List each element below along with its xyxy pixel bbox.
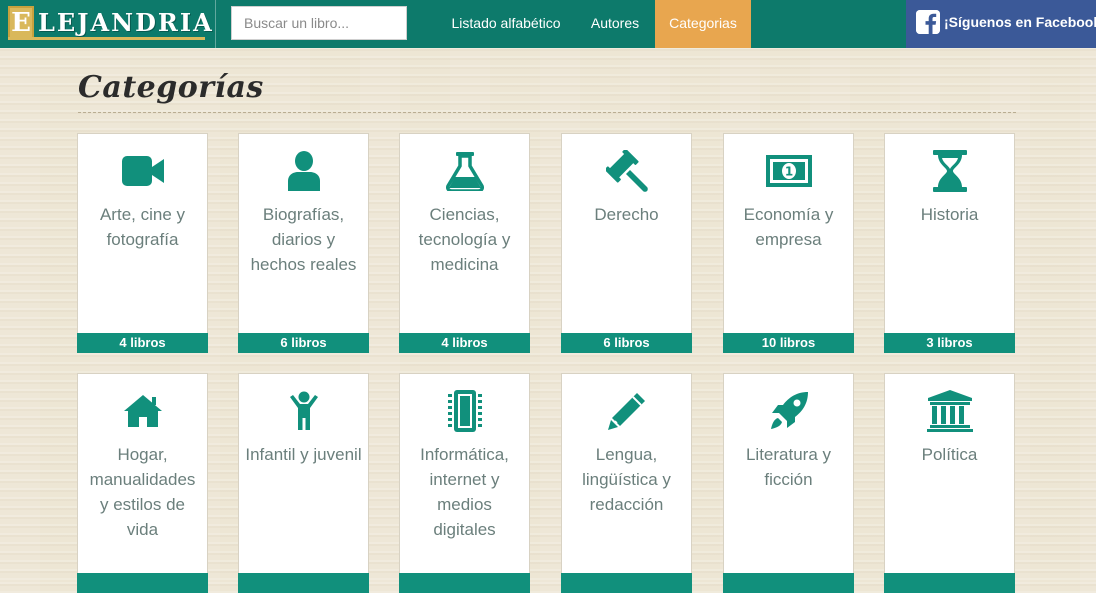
category-card-informatica[interactable]: Informática, internet y medios digitales [399, 373, 530, 593]
logo-wordmark: LEJANDRIA [38, 8, 214, 37]
category-title: Biografías, diarios y hechos reales [250, 205, 357, 274]
gavel-icon [562, 150, 691, 192]
book-count-badge: 4 libros [399, 333, 530, 353]
facebook-label: ¡Síguenos en Facebook! [944, 14, 1096, 30]
money-icon: 1 [724, 150, 853, 192]
category-card-hogar[interactable]: Hogar, manualidades y estilos de vida [77, 373, 208, 593]
rocket-icon [724, 390, 853, 432]
pencil-icon [562, 390, 691, 432]
category-card-derecho[interactable]: Derecho 6 libros [561, 133, 692, 353]
child-icon [239, 390, 368, 432]
category-title: Economía y empresa [743, 205, 834, 249]
video-camera-icon [78, 150, 207, 192]
category-title: Lengua, lingüística y redacción [582, 445, 671, 514]
book-count-badge: 4 libros [77, 333, 208, 353]
search-input[interactable] [231, 6, 407, 40]
category-title: Historia [920, 205, 979, 224]
book-count-badge: 10 libros [723, 333, 854, 353]
nav-categorias[interactable]: Categorias [655, 0, 751, 48]
book-count-badge [77, 573, 208, 593]
page-title: Categorías [78, 70, 264, 105]
category-card-economia[interactable]: 1 Economía y empresa 10 libros [723, 133, 854, 353]
category-title: Literatura y ficción [745, 445, 832, 489]
book-count-badge [723, 573, 854, 593]
home-icon [78, 390, 207, 432]
book-count-badge [399, 573, 530, 593]
nav-autores[interactable]: Autores [580, 0, 650, 48]
nav-listado-alfabetico[interactable]: Listado alfabético [440, 0, 572, 48]
category-title: Derecho [594, 205, 659, 224]
title-divider [78, 112, 1016, 113]
category-card-politica[interactable]: Política [884, 373, 1015, 593]
book-count-badge: 3 libros [884, 333, 1015, 353]
category-card-historia[interactable]: Historia 3 libros [884, 133, 1015, 353]
category-title: Arte, cine y fotografía [99, 205, 186, 249]
facebook-follow-button[interactable]: ¡Síguenos en Facebook! [906, 0, 1096, 48]
category-card-ciencias[interactable]: Ciencias, tecnología y medicina 4 libros [399, 133, 530, 353]
svg-text:1: 1 [784, 165, 792, 179]
site-logo[interactable]: E LEJANDRIA [6, 4, 212, 42]
category-title: Informática, internet y medios digitales [420, 445, 509, 539]
category-card-lengua[interactable]: Lengua, lingüística y redacción [561, 373, 692, 593]
top-navbar: E LEJANDRIA Listado alfabético Autores C… [0, 0, 1096, 48]
category-title: Ciencias, tecnología y medicina [418, 205, 511, 274]
category-card-arte[interactable]: Arte, cine y fotografía 4 libros [77, 133, 208, 353]
book-count-badge [884, 573, 1015, 593]
flask-icon [400, 150, 529, 192]
logo-underline [8, 37, 205, 40]
category-title: Infantil y juvenil [245, 445, 362, 464]
category-card-biografias[interactable]: Biografías, diarios y hechos reales 6 li… [238, 133, 369, 353]
book-count-badge [561, 573, 692, 593]
institution-icon [885, 390, 1014, 432]
facebook-icon [916, 10, 940, 34]
category-title: Política [921, 445, 978, 464]
header-divider [215, 0, 216, 48]
hourglass-icon [885, 150, 1014, 192]
microchip-icon [400, 390, 529, 432]
category-card-literatura[interactable]: Literatura y ficción [723, 373, 854, 593]
book-count-badge: 6 libros [561, 333, 692, 353]
book-count-badge: 6 libros [238, 333, 369, 353]
user-icon [239, 150, 368, 192]
logo-initial: E [8, 6, 34, 40]
category-title: Hogar, manualidades y estilos de vida [89, 445, 196, 539]
book-count-badge [238, 573, 369, 593]
category-card-infantil[interactable]: Infantil y juvenil [238, 373, 369, 593]
